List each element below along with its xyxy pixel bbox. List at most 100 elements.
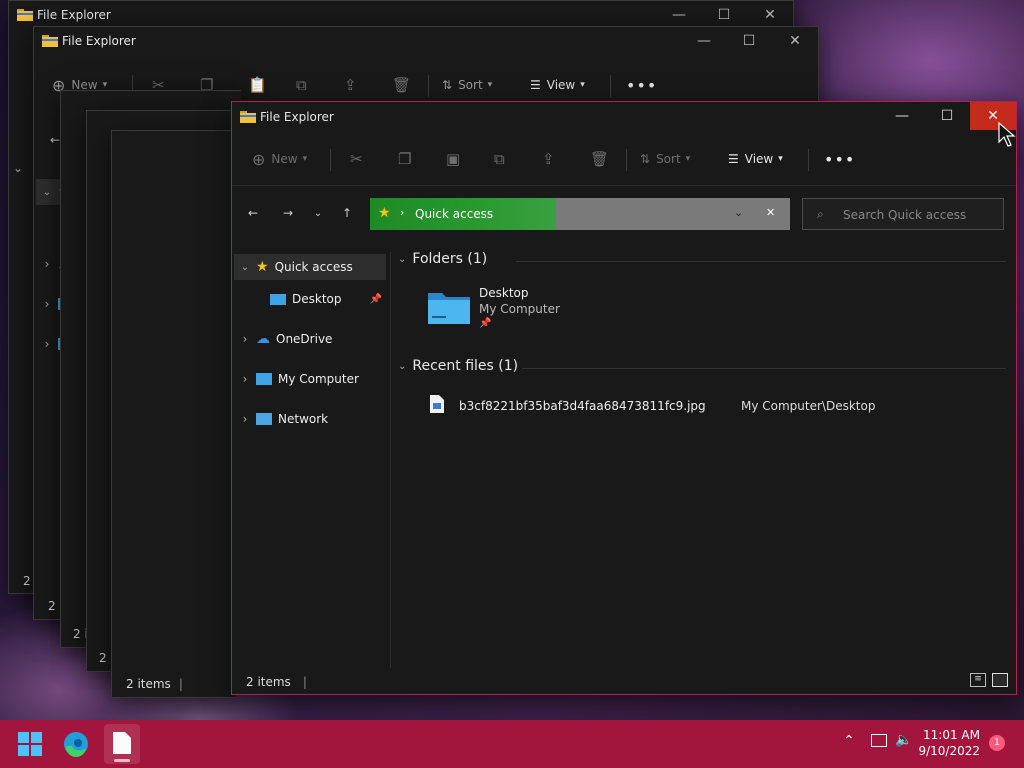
minimize-button[interactable]: —: [879, 102, 925, 130]
rename-icon[interactable]: ⧉: [494, 139, 505, 179]
more-options-button[interactable]: •••: [626, 65, 657, 105]
view-button[interactable]: ☰ View ▾: [728, 139, 783, 179]
window-title: File Explorer: [260, 110, 334, 124]
cut-icon[interactable]: ✂: [350, 139, 363, 179]
address-bar[interactable]: ★ › Quick access ⌄ ✕: [370, 198, 790, 230]
nav-item-desktop[interactable]: Desktop 📌: [234, 286, 386, 312]
sort-icon: ⇅: [640, 152, 651, 166]
more-options-button[interactable]: •••: [824, 139, 855, 179]
pin-icon: 📌: [479, 318, 492, 329]
navigation-pane: ⌄ ★ Quick access Desktop 📌 › ☁ OneDrive …: [232, 252, 391, 668]
maximize-button[interactable]: ☐: [701, 1, 747, 29]
folder-icon: [428, 293, 470, 324]
folder-name: Desktop: [479, 286, 529, 300]
volume-icon[interactable]: 🔈: [895, 732, 912, 748]
view-icon: ☰: [728, 152, 739, 166]
close-button[interactable]: ✕: [772, 27, 818, 55]
nav-item-network[interactable]: › Network: [234, 406, 386, 432]
chevron-down-icon: ⌄: [398, 253, 407, 265]
clock[interactable]: 11:01 AM 9/10/2022: [916, 728, 980, 758]
chevron-right-icon: ›: [44, 337, 50, 351]
folder-icon: [17, 9, 33, 21]
status-bar-text: 2 items|: [126, 677, 183, 691]
back-arrow-icon[interactable]: ←: [242, 202, 264, 224]
paste-icon[interactable]: ▣: [446, 139, 460, 179]
windows-logo-icon: [18, 732, 42, 756]
chevron-down-icon: ⌄: [240, 261, 250, 273]
notepad-taskbar-button[interactable]: [104, 724, 140, 764]
edge-taskbar-button[interactable]: [62, 730, 92, 760]
nav-item-my-computer[interactable]: › My Computer: [234, 366, 386, 392]
up-arrow-icon[interactable]: ↑: [336, 202, 358, 224]
recent-locations-chevron-icon[interactable]: ⌄: [307, 202, 329, 224]
explorer-window-back-5[interactable]: 2 items |: [111, 130, 236, 698]
edge-browser-icon: [64, 732, 88, 758]
network-status-icon[interactable]: [871, 734, 887, 747]
tiles-view-icon[interactable]: [992, 673, 1008, 687]
rename-icon[interactable]: ⧉: [296, 65, 307, 105]
chevron-right-icon: ›: [242, 332, 248, 346]
notification-badge[interactable]: 1: [989, 735, 1005, 751]
chevron-right-icon: ›: [242, 412, 248, 426]
folder-item-desktop[interactable]: Desktop My Computer 📌: [428, 284, 588, 332]
explorer-window-active[interactable]: File Explorer — ☐ ✕ ⊕ New ▾ ✂ ❐ ▣ ⧉ ⇪ 🗑 ⇅…: [231, 101, 1017, 695]
chevron-right-icon: ›: [44, 297, 50, 311]
sort-icon: ⇅: [442, 78, 453, 92]
minimize-button[interactable]: —: [656, 1, 702, 29]
search-input[interactable]: Search Quick access: [843, 208, 966, 222]
recent-file-row[interactable]: b3cf8221bf35baf3d4faa68473811fc9.jpg My …: [428, 394, 998, 418]
window-title: File Explorer: [37, 8, 111, 22]
new-button[interactable]: ⊕ New ▾: [252, 139, 307, 179]
chevron-down-icon: ⌄: [42, 186, 52, 198]
recent-files-section-header[interactable]: ⌄ Recent files (1): [398, 358, 518, 374]
maximize-button[interactable]: ☐: [726, 27, 772, 55]
desktop-icon: [270, 293, 286, 305]
address-row: ← → ⌄ ↑ ★ › Quick access ⌄ ✕ ⌕ Search Qu…: [232, 196, 1016, 232]
start-button[interactable]: [18, 732, 44, 758]
view-icon: ☰: [530, 78, 541, 92]
forward-arrow-icon[interactable]: →: [277, 202, 299, 224]
copy-icon[interactable]: ❐: [398, 139, 411, 179]
chevron-right-icon: ›: [44, 257, 50, 271]
address-text: Quick access: [415, 207, 494, 221]
title-bar[interactable]: File Explorer — ☐ ✕: [34, 27, 818, 55]
document-icon: [113, 732, 131, 754]
plus-circle-icon: ⊕: [252, 149, 266, 169]
mouse-cursor-icon: [998, 122, 1016, 147]
delete-icon[interactable]: 🗑: [392, 65, 411, 105]
sort-button[interactable]: ⇅ Sort ▾: [442, 65, 492, 105]
paste-icon[interactable]: 📋: [248, 65, 267, 105]
nav-item-onedrive[interactable]: › ☁ OneDrive: [234, 326, 386, 352]
computer-icon: [256, 373, 272, 385]
delete-icon[interactable]: 🗑: [590, 139, 609, 179]
address-dropdown-icon[interactable]: ⌄: [734, 206, 743, 219]
show-hidden-icons-chevron-icon[interactable]: ⌃: [843, 733, 855, 749]
taskbar: ⌃ 🔈 11:01 AM 9/10/2022 1: [0, 720, 1024, 768]
chevron-down-icon: ⌄: [398, 360, 407, 372]
share-icon[interactable]: ⇪: [344, 65, 357, 105]
details-view-icon[interactable]: ≡: [970, 673, 986, 687]
clock-time: 11:01 AM: [923, 728, 980, 742]
folder-location: My Computer: [479, 302, 560, 316]
folders-section-header[interactable]: ⌄ Folders (1): [398, 251, 487, 267]
view-button[interactable]: ☰ View ▾: [530, 65, 585, 105]
star-icon: ★: [256, 259, 269, 275]
close-button[interactable]: ✕: [747, 1, 793, 29]
clock-date: 9/10/2022: [918, 744, 980, 758]
breadcrumb-chevron-icon: ›: [400, 206, 405, 219]
recent-file-name: b3cf8221bf35baf3d4faa68473811fc9.jpg: [459, 399, 706, 413]
clear-address-icon[interactable]: ✕: [766, 206, 775, 219]
share-icon[interactable]: ⇪: [542, 139, 555, 179]
cloud-icon: ☁: [256, 331, 270, 347]
title-bar[interactable]: File Explorer — ☐ ✕: [9, 1, 793, 29]
status-bar-text: 2 items|: [246, 675, 307, 689]
chevron-right-icon: ›: [242, 372, 248, 386]
minimize-button[interactable]: —: [681, 27, 727, 55]
maximize-button[interactable]: ☐: [924, 102, 970, 130]
network-icon: [256, 413, 272, 425]
sort-button[interactable]: ⇅ Sort ▾: [640, 139, 690, 179]
window-title: File Explorer: [62, 34, 136, 48]
title-bar[interactable]: File Explorer — ☐ ✕: [232, 102, 1016, 130]
search-box[interactable]: ⌕ Search Quick access: [802, 198, 1004, 230]
nav-item-quick-access[interactable]: ⌄ ★ Quick access: [234, 254, 386, 280]
